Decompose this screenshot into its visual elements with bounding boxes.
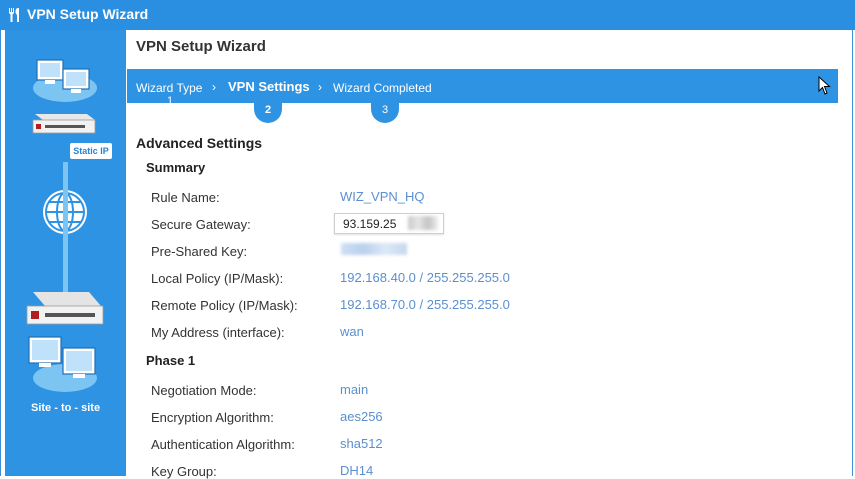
firewall-device-icon xyxy=(26,292,104,325)
scroll-area-edge xyxy=(838,103,852,476)
window-title: VPN Setup Wizard xyxy=(27,6,149,22)
local-policy-value: 192.168.40.0 / 255.255.255.0 xyxy=(340,270,510,285)
advanced-settings-heading: Advanced Settings xyxy=(136,135,263,151)
summary-heading: Summary xyxy=(146,160,206,175)
secure-gateway-value: 93.159.25 xyxy=(343,217,397,231)
chevron-right-icon: › xyxy=(318,80,322,94)
authentication-algorithm-label: Authentication Algorithm: xyxy=(151,437,295,452)
static-ip-badge: Static IP xyxy=(70,143,112,159)
chevron-right-icon: › xyxy=(212,80,216,94)
step-wizard-completed[interactable]: Wizard Completed xyxy=(333,81,432,95)
firewall-device-icon xyxy=(32,114,96,134)
negotiation-mode-value: main xyxy=(340,382,369,397)
local-policy-label: Local Policy (IP/Mask): xyxy=(151,271,284,286)
remote-policy-value: 192.168.70.0 / 255.255.255.0 xyxy=(340,297,510,312)
computer-icon xyxy=(62,68,90,93)
encryption-algorithm-label: Encryption Algorithm: xyxy=(151,410,274,425)
step-vpn-settings[interactable]: VPN Settings xyxy=(228,79,310,94)
negotiation-mode-label: Negotiation Mode: xyxy=(151,383,257,398)
redacted-ip-blur xyxy=(408,216,438,230)
site-to-site-label: Site - to - site xyxy=(31,402,101,414)
rule-name-label: Rule Name: xyxy=(151,190,220,205)
encryption-algorithm-value: aes256 xyxy=(340,409,383,424)
redacted-key-blur xyxy=(341,243,407,255)
wizard-tools-icon xyxy=(9,8,19,22)
computer-icon xyxy=(62,347,96,378)
authentication-algorithm-value: sha512 xyxy=(340,436,383,451)
title-bar: VPN Setup Wizard xyxy=(0,0,855,30)
computer-icon xyxy=(28,336,62,367)
page-title: VPN Setup Wizard xyxy=(136,38,266,55)
remote-policy-label: Remote Policy (IP/Mask): xyxy=(151,298,298,313)
my-address-label: My Address (interface): xyxy=(151,325,285,340)
rule-name-value: WIZ_VPN_HQ xyxy=(340,189,425,204)
my-address-value: wan xyxy=(340,324,364,339)
phase1-heading: Phase 1 xyxy=(146,353,196,368)
key-group-label: Key Group: xyxy=(151,464,217,479)
computer-icon xyxy=(36,59,64,84)
mouse-cursor-icon xyxy=(818,76,831,95)
secure-gateway-label: Secure Gateway: xyxy=(151,217,251,232)
pre-shared-key-label: Pre-Shared Key: xyxy=(151,244,248,259)
connection-line xyxy=(63,162,68,292)
